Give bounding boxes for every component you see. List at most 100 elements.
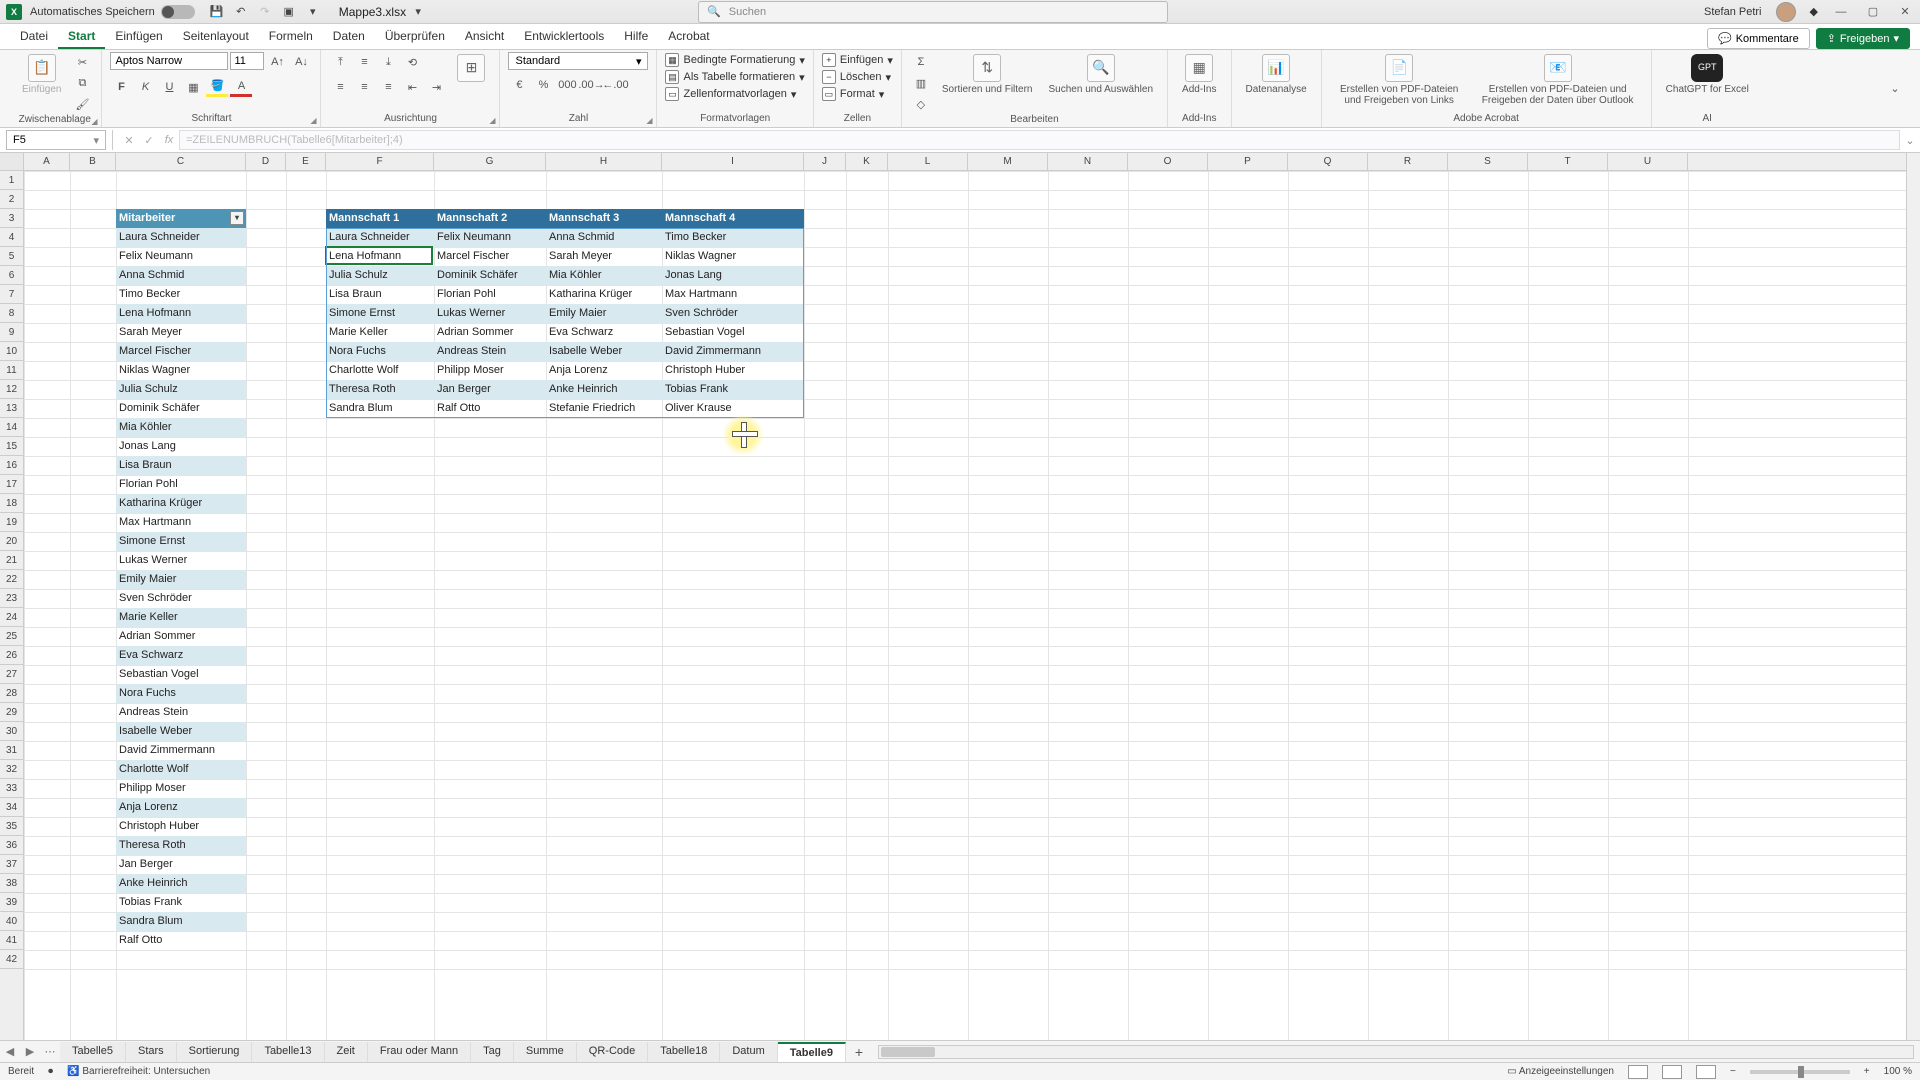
team-cell[interactable]: Sarah Meyer	[546, 247, 662, 266]
sheet-tab[interactable]: Tag	[471, 1042, 514, 1062]
team-cell[interactable]: Oliver Krause	[662, 399, 804, 418]
col-header[interactable]: M	[968, 153, 1048, 170]
col-header[interactable]: F	[326, 153, 434, 170]
row-header[interactable]: 33	[0, 779, 23, 798]
zoom-in-icon[interactable]: +	[1864, 1066, 1870, 1077]
sheet-nav-prev-icon[interactable]: ◀	[0, 1045, 20, 1058]
row-header[interactable]: 4	[0, 228, 23, 247]
camera-icon[interactable]: ▣	[279, 2, 299, 22]
mitarbeiter-cell[interactable]: Ralf Otto	[116, 931, 246, 950]
qat-dropdown-icon[interactable]: ▾	[303, 2, 323, 22]
team-cell[interactable]: Florian Pohl	[434, 285, 546, 304]
tab-entwicklertools[interactable]: Entwicklertools	[514, 25, 614, 49]
sheet-tab[interactable]: Tabelle13	[252, 1042, 324, 1062]
align-bottom-icon[interactable]: ⤓	[377, 52, 399, 72]
tab-einfügen[interactable]: Einfügen	[105, 25, 172, 49]
row-header[interactable]: 23	[0, 589, 23, 608]
mitarbeiter-cell[interactable]: Jan Berger	[116, 855, 246, 874]
name-box[interactable]: F5▾	[6, 130, 106, 150]
mitarbeiter-cell[interactable]: David Zimmermann	[116, 741, 246, 760]
row-header[interactable]: 35	[0, 817, 23, 836]
team-cell[interactable]: Philipp Moser	[434, 361, 546, 380]
sheet-nav-more-icon[interactable]: ⋯	[40, 1045, 60, 1058]
team-cell[interactable]: Timo Becker	[662, 228, 804, 247]
fill-icon[interactable]: ▥	[910, 73, 932, 93]
team-cell[interactable]: Lena Hofmann	[326, 247, 434, 266]
add-sheet-button[interactable]: +	[846, 1044, 872, 1060]
create-pdf-link-button[interactable]: 📄Erstellen von PDF-Dateien und Freigeben…	[1330, 52, 1469, 108]
cell-styles-button[interactable]: ▭Zellenformatvorlagen▾	[665, 86, 804, 102]
mitarbeiter-cell[interactable]: Florian Pohl	[116, 475, 246, 494]
team-cell[interactable]: Niklas Wagner	[662, 247, 804, 266]
accept-formula-icon[interactable]: ✓	[139, 134, 159, 147]
autosum-icon[interactable]: Σ	[910, 52, 932, 72]
indent-decrease-icon[interactable]: ⇤	[401, 77, 423, 97]
dialog-launcher-icon[interactable]: ◢	[91, 117, 97, 126]
chevron-down-icon[interactable]: ▾	[93, 134, 99, 147]
wrap-merge-button[interactable]: ⊞	[451, 52, 491, 84]
col-header[interactable]: E	[286, 153, 326, 170]
team-cell[interactable]: Lukas Werner	[434, 304, 546, 323]
spreadsheet-grid[interactable]: ABCDEFGHIJKLMNOPQRSTU 123456789101112131…	[0, 153, 1920, 1040]
team-cell[interactable]: Marcel Fischer	[434, 247, 546, 266]
row-header[interactable]: 16	[0, 456, 23, 475]
close-icon[interactable]: ✕	[1896, 3, 1914, 21]
row-header[interactable]: 18	[0, 494, 23, 513]
col-header[interactable]: G	[434, 153, 546, 170]
sheet-nav-next-icon[interactable]: ▶	[20, 1045, 40, 1058]
cut-icon[interactable]: ✂	[71, 52, 93, 72]
mitarbeiter-cell[interactable]: Lena Hofmann	[116, 304, 246, 323]
formula-input[interactable]: =ZEILENUMBRUCH(Tabelle6[Mitarbeiter];4)	[179, 130, 1900, 150]
team-cell[interactable]: Anke Heinrich	[546, 380, 662, 399]
paste-button[interactable]: 📋Einfügen	[16, 52, 67, 97]
team-cell[interactable]: Sebastian Vogel	[662, 323, 804, 342]
mitarbeiter-cell[interactable]: Timo Becker	[116, 285, 246, 304]
team-cell[interactable]: Ralf Otto	[434, 399, 546, 418]
row-header[interactable]: 10	[0, 342, 23, 361]
font-color-icon[interactable]: A	[230, 77, 252, 97]
dialog-launcher-icon[interactable]: ◢	[646, 116, 652, 125]
mitarbeiter-cell[interactable]: Nora Fuchs	[116, 684, 246, 703]
team-cell[interactable]: Anja Lorenz	[546, 361, 662, 380]
col-header[interactable]: Q	[1288, 153, 1368, 170]
sheet-tab[interactable]: Zeit	[325, 1042, 368, 1062]
normal-view-icon[interactable]	[1628, 1065, 1648, 1079]
insert-cells-button[interactable]: +Einfügen▾	[822, 52, 893, 68]
sheet-tab[interactable]: Summe	[514, 1042, 577, 1062]
col-header[interactable]: N	[1048, 153, 1128, 170]
font-size-combo[interactable]: 11	[230, 52, 264, 70]
tab-formeln[interactable]: Formeln	[259, 25, 323, 49]
row-header[interactable]: 20	[0, 532, 23, 551]
horizontal-scrollbar[interactable]	[878, 1045, 1914, 1059]
col-header[interactable]: I	[662, 153, 804, 170]
tab-datei[interactable]: Datei	[10, 25, 58, 49]
row-header[interactable]: 39	[0, 893, 23, 912]
dialog-launcher-icon[interactable]: ◢	[310, 116, 316, 125]
italic-button[interactable]: K	[134, 77, 156, 97]
col-header[interactable]: K	[846, 153, 888, 170]
team-cell[interactable]: Simone Ernst	[326, 304, 434, 323]
tab-seitenlayout[interactable]: Seitenlayout	[173, 25, 259, 49]
team-cell[interactable]: Julia Schulz	[326, 266, 434, 285]
save-icon[interactable]: 💾	[207, 2, 227, 22]
row-header[interactable]: 12	[0, 380, 23, 399]
thousands-icon[interactable]: 000	[556, 75, 578, 95]
copy-icon[interactable]: ⧉	[71, 73, 93, 93]
team-cell[interactable]: Eva Schwarz	[546, 323, 662, 342]
clear-icon[interactable]: ◇	[910, 94, 932, 114]
row-header[interactable]: 34	[0, 798, 23, 817]
tab-acrobat[interactable]: Acrobat	[658, 25, 719, 49]
sheet-tab[interactable]: Datum	[720, 1042, 777, 1062]
col-header[interactable]: S	[1448, 153, 1528, 170]
team-cell[interactable]: Adrian Sommer	[434, 323, 546, 342]
align-middle-icon[interactable]: ≡	[353, 52, 375, 72]
fill-color-icon[interactable]: 🪣	[206, 77, 228, 97]
row-header[interactable]: 17	[0, 475, 23, 494]
mitarbeiter-cell[interactable]: Laura Schneider	[116, 228, 246, 247]
bold-button[interactable]: F	[110, 77, 132, 97]
team-cell[interactable]: Katharina Krüger	[546, 285, 662, 304]
row-header[interactable]: 27	[0, 665, 23, 684]
team-header[interactable]: Mannschaft 1	[326, 209, 434, 228]
row-header[interactable]: 28	[0, 684, 23, 703]
col-header[interactable]: O	[1128, 153, 1208, 170]
